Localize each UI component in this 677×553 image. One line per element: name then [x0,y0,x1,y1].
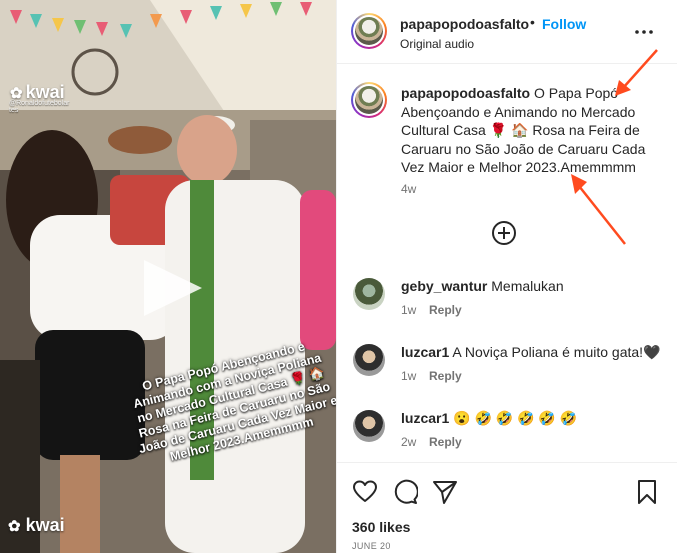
comment-body: A Noviça Poliana é muito gata!🖤 [452,344,661,360]
caption-username[interactable]: papapopodoasfalto [401,85,530,101]
post-date: JUNE 20 [352,541,391,551]
comment-text: geby_wantur Memalukan [401,278,564,294]
kwai-watermark-bottom: ✿ kwai [8,515,65,536]
play-icon[interactable] [136,258,206,318]
heart-icon[interactable] [352,479,378,505]
bookmark-icon[interactable] [634,479,660,505]
author-username[interactable]: papapopodoasfalto [400,16,529,32]
author-avatar[interactable] [351,13,387,49]
caption-avatar[interactable] [351,82,387,118]
original-audio-link[interactable]: Original audio [400,37,474,51]
comment-username[interactable]: luzcar1 [401,344,449,360]
post-panel: papapopodoasfalto • Follow Original audi… [336,0,677,553]
annotation-arrow-bottom [571,174,626,245]
reply-button[interactable]: Reply [429,435,462,449]
commenter-avatar[interactable] [353,344,385,376]
kwai-bottom-icon: ✿ [8,518,21,535]
author-avatar-image [355,17,383,45]
comment-body: 😮 🤣 🤣 🤣 🤣 🤣 [453,410,578,426]
kwai-watermark-handle: @Ronaldofutebolar tes [9,100,69,114]
comment-timestamp[interactable]: 1w [401,303,416,317]
video-player[interactable]: ✿ kwai @Ronaldofutebolar tes ✿ kwai O Pa… [0,0,336,553]
reply-button[interactable]: Reply [429,303,462,317]
comment-icon[interactable] [392,479,418,505]
kwai-handle-line-2: tes [9,107,19,114]
comment-username[interactable]: geby_wantur [401,278,487,294]
commenter-avatar[interactable] [353,278,385,310]
kwai-icon: ✿ [10,84,23,102]
comment-body: Memalukan [491,278,564,294]
comment-timestamp[interactable]: 2w [401,435,416,449]
follow-button[interactable]: Follow [542,16,586,32]
commenter-avatar[interactable] [353,410,385,442]
comment-timestamp[interactable]: 1w [401,369,416,383]
comment-item: luzcar1 😮 🤣 🤣 🤣 🤣 🤣 2w Reply [337,410,677,466]
post-header: papapopodoasfalto • Follow Original audi… [337,0,677,64]
kwai-handle-line-1: @Ronaldofutebolar [9,100,70,107]
comment-text: luzcar1 A Noviça Poliana é muito gata!🖤 [401,344,660,361]
share-icon[interactable] [432,479,458,505]
add-circle-icon[interactable] [491,220,517,246]
caption-timestamp[interactable]: 4w [401,182,416,196]
comment-username[interactable]: luzcar1 [401,410,449,426]
kwai-bottom-text: kwai [25,515,65,535]
reply-button[interactable]: Reply [429,369,462,383]
header-separator: • [530,14,535,30]
caption-avatar-image [355,86,383,114]
comment-item: geby_wantur Memalukan 1w Reply [337,278,677,334]
comment-item: luzcar1 A Noviça Poliana é muito gata!🖤 … [337,344,677,400]
post-actions: 360 likes JUNE 20 [337,462,677,553]
like-count[interactable]: 360 likes [352,519,410,535]
caption-text: papapopodoasfalto O Papa Popó Abençoando… [401,84,651,177]
more-options-icon[interactable] [634,22,654,42]
comment-text: luzcar1 😮 🤣 🤣 🤣 🤣 🤣 [401,410,577,427]
